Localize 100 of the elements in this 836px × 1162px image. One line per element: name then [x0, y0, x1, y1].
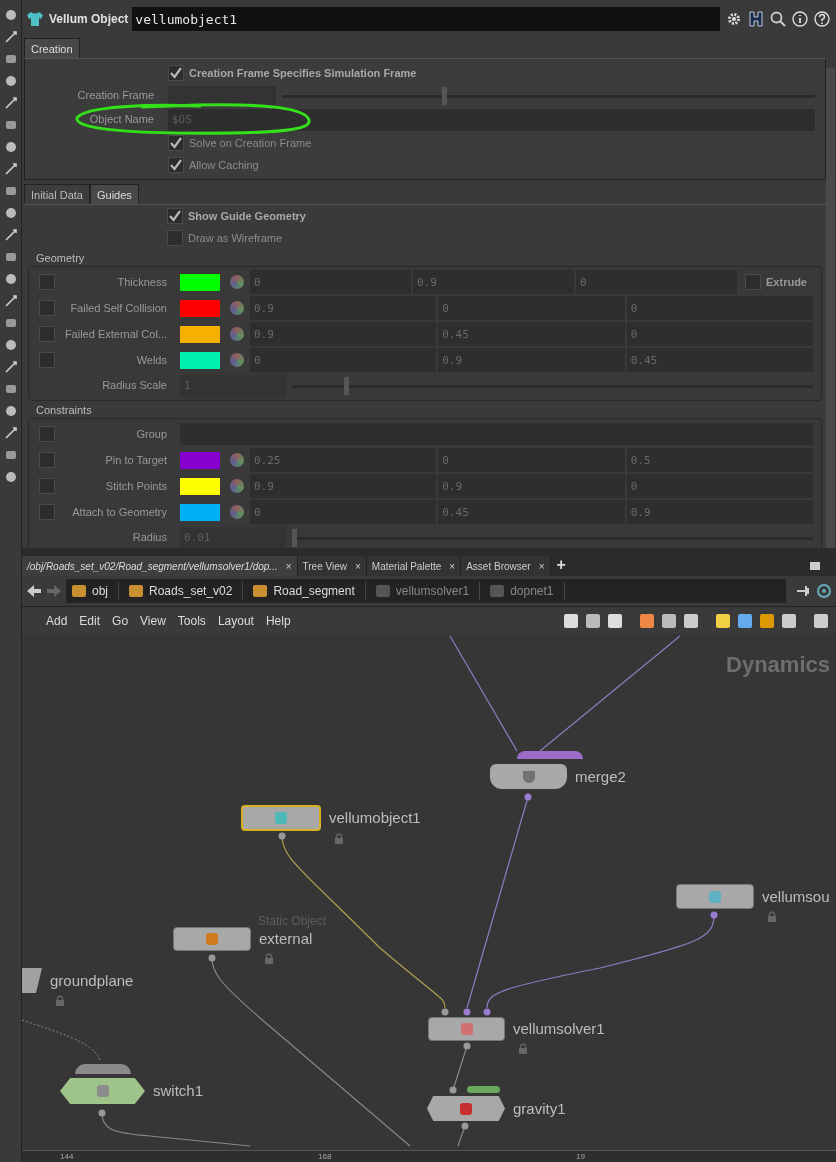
- color-wheel-icon[interactable]: [230, 353, 244, 367]
- path-bar[interactable]: obj Roads_set_v02 Road_segment vellumsolver1 dopnet1: [66, 579, 786, 603]
- checkbox[interactable]: [745, 274, 762, 290]
- connector-dot[interactable]: [463, 1042, 471, 1050]
- menu-item[interactable]: Help: [259, 611, 297, 630]
- shelf-tool-icon[interactable]: [3, 206, 18, 220]
- shelf-tool-icon[interactable]: [3, 426, 18, 440]
- number-field[interactable]: 0: [250, 270, 411, 294]
- shelf-tool-icon[interactable]: [3, 30, 18, 44]
- color-wheel-icon[interactable]: [230, 453, 244, 467]
- checkbox[interactable]: [39, 326, 55, 342]
- color-swatch[interactable]: [180, 451, 220, 469]
- number-field[interactable]: 0.9: [438, 474, 625, 498]
- help-icon[interactable]: [814, 11, 830, 27]
- connector-dot[interactable]: [208, 954, 216, 962]
- menu-item[interactable]: Add: [40, 611, 74, 630]
- shelf-tool-icon[interactable]: [3, 140, 18, 154]
- number-field[interactable]: [168, 85, 276, 106]
- number-field[interactable]: 0.9: [413, 270, 575, 294]
- number-field[interactable]: 0.9: [250, 296, 437, 320]
- tab[interactable]: Creation: [24, 38, 80, 58]
- color-wheel-icon[interactable]: [230, 275, 244, 289]
- node[interactable]: [676, 884, 754, 909]
- menu-item[interactable]: Edit: [73, 611, 107, 630]
- node-name-field[interactable]: vellumobject1: [132, 7, 720, 31]
- node[interactable]: [22, 968, 42, 993]
- shelf-tool-icon[interactable]: [3, 382, 18, 396]
- connector-dot[interactable]: [463, 1008, 471, 1016]
- number-field[interactable]: 0: [250, 500, 437, 524]
- shelf-tool-icon[interactable]: [3, 118, 18, 132]
- number-field[interactable]: 0.25: [250, 448, 437, 472]
- connector-dot[interactable]: [98, 1109, 106, 1117]
- shelf-tool-icon[interactable]: [3, 272, 18, 286]
- pane-tab[interactable]: Tree View ×: [297, 556, 367, 576]
- slider[interactable]: [282, 85, 815, 106]
- slider[interactable]: [292, 375, 813, 396]
- close-tab-button[interactable]: ×: [285, 558, 292, 574]
- checkbox[interactable]: [168, 65, 184, 81]
- color-swatch[interactable]: [180, 351, 220, 369]
- connector-dot[interactable]: [278, 832, 286, 840]
- gear-icon[interactable]: [726, 11, 742, 27]
- shelf-tool-icon[interactable]: [3, 74, 18, 88]
- shelf-tool-icon[interactable]: [3, 228, 18, 242]
- path-segment[interactable]: Road_segment: [253, 582, 366, 600]
- checkbox[interactable]: [39, 452, 55, 468]
- checkbox[interactable]: [168, 135, 184, 151]
- shelf-tool-icon[interactable]: [3, 316, 18, 330]
- connector-dot[interactable]: [710, 911, 718, 919]
- number-field[interactable]: 0.9: [250, 474, 437, 498]
- checkbox[interactable]: [39, 478, 55, 494]
- shelf-tool-icon[interactable]: [3, 8, 18, 22]
- connector-dot[interactable]: [441, 1008, 449, 1016]
- shelf-tool-icon[interactable]: [3, 338, 18, 352]
- menu-item[interactable]: Layout: [211, 611, 260, 630]
- shelf-tool-icon[interactable]: [3, 162, 18, 176]
- scrollbar[interactable]: [826, 68, 835, 548]
- node[interactable]: [173, 927, 251, 951]
- menu-item[interactable]: Go: [106, 611, 135, 630]
- number-field[interactable]: 0.45: [438, 500, 625, 524]
- node[interactable]: [490, 764, 567, 789]
- path-segment[interactable]: Roads_set_v02: [129, 582, 244, 600]
- number-field[interactable]: 0: [576, 270, 738, 294]
- shelf-tool-icon[interactable]: [3, 184, 18, 198]
- checkbox[interactable]: [39, 274, 55, 290]
- color-swatch[interactable]: [180, 325, 220, 343]
- color-swatch[interactable]: [180, 273, 220, 291]
- close-tab-button[interactable]: ×: [538, 558, 545, 574]
- connector-dot[interactable]: [483, 1008, 491, 1016]
- shelf-tool-icon[interactable]: [3, 250, 18, 264]
- path-segment[interactable]: obj: [72, 582, 119, 600]
- close-tab-button[interactable]: ×: [449, 558, 456, 574]
- tab[interactable]: Initial Data: [24, 184, 90, 204]
- number-field[interactable]: 0.5: [626, 448, 813, 472]
- pin-icon[interactable]: [796, 583, 812, 599]
- tab[interactable]: Guides: [90, 184, 139, 204]
- shelf-tool-icon[interactable]: [3, 448, 18, 462]
- checkbox[interactable]: [39, 426, 55, 442]
- checkbox[interactable]: [167, 230, 183, 246]
- menu-item[interactable]: Tools: [171, 611, 212, 630]
- number-field[interactable]: 0.45: [626, 348, 813, 372]
- connector-dot[interactable]: [461, 1122, 469, 1130]
- checkbox[interactable]: [167, 208, 183, 224]
- target-icon[interactable]: [816, 583, 832, 599]
- path-segment[interactable]: vellumsolver1: [375, 582, 481, 600]
- color-swatch[interactable]: [180, 299, 220, 317]
- checkbox[interactable]: [39, 504, 55, 520]
- number-field[interactable]: 0: [438, 448, 625, 472]
- add-tab-button[interactable]: +: [556, 556, 566, 576]
- menu-item[interactable]: View: [134, 611, 172, 630]
- connector-dot[interactable]: [524, 793, 532, 801]
- color-wheel-icon[interactable]: [230, 301, 244, 315]
- color-wheel-icon[interactable]: [230, 505, 244, 519]
- checkbox[interactable]: [39, 300, 55, 316]
- number-field[interactable]: 0.9: [626, 500, 813, 524]
- number-field[interactable]: 0.9: [438, 348, 625, 372]
- shelf-tool-icon[interactable]: [3, 470, 18, 484]
- shelf-tool-icon[interactable]: [3, 294, 18, 308]
- color-wheel-icon[interactable]: [230, 327, 244, 341]
- number-field[interactable]: 0.9: [250, 322, 437, 346]
- number-field[interactable]: 0: [438, 296, 625, 320]
